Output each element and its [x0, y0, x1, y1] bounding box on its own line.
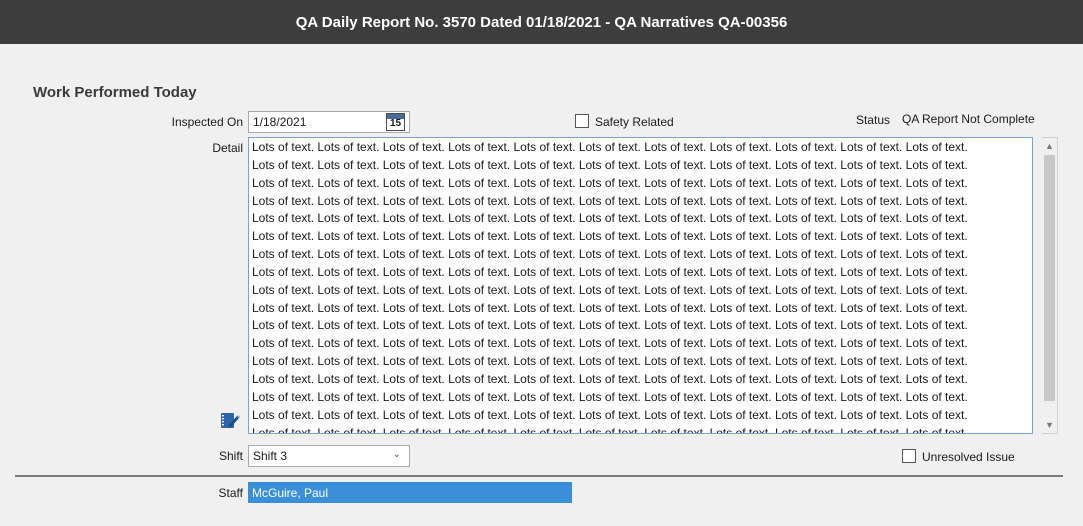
- calendar-icon[interactable]: 15: [386, 113, 405, 131]
- shift-label: Shift: [218, 449, 243, 463]
- status-label: Status: [855, 113, 890, 127]
- notes-edit-icon[interactable]: [220, 410, 240, 430]
- divider: [15, 475, 1063, 477]
- scroll-thumb[interactable]: [1044, 155, 1055, 401]
- chevron-up-icon[interactable]: ▲: [1042, 138, 1057, 154]
- status-value: QA Report Not Complete: [902, 112, 1035, 126]
- shift-select[interactable]: Shift 3 ⌄: [248, 445, 410, 467]
- detail-label: Detail: [212, 141, 243, 155]
- section-title: Work Performed Today: [33, 84, 197, 101]
- shift-value: Shift 3: [253, 449, 288, 463]
- inspected-on-label: Inspected On: [171, 115, 243, 129]
- chevron-down-icon: ⌄: [392, 449, 401, 460]
- inspected-on-value: 1/18/2021: [253, 115, 307, 129]
- unresolved-issue-label: Unresolved Issue: [922, 450, 1015, 464]
- safety-related-label: Safety Related: [595, 115, 674, 129]
- staff-field[interactable]: McGuire, Paul: [248, 482, 572, 503]
- safety-related-checkbox[interactable]: [575, 114, 589, 128]
- inspected-on-date-field[interactable]: 1/18/2021 15: [248, 111, 410, 133]
- window-title: QA Daily Report No. 3570 Dated 01/18/202…: [0, 0, 1083, 44]
- chevron-down-icon[interactable]: ▼: [1042, 417, 1057, 433]
- detail-textarea[interactable]: Lots of text. Lots of text. Lots of text…: [248, 137, 1033, 434]
- calendar-day: 15: [389, 118, 402, 129]
- unresolved-issue-checkbox[interactable]: [902, 449, 916, 463]
- detail-text: Lots of text. Lots of text. Lots of text…: [252, 140, 968, 434]
- staff-label: Staff: [218, 486, 243, 500]
- staff-value: McGuire, Paul: [252, 485, 329, 500]
- detail-scrollbar[interactable]: ▲ ▼: [1042, 137, 1058, 434]
